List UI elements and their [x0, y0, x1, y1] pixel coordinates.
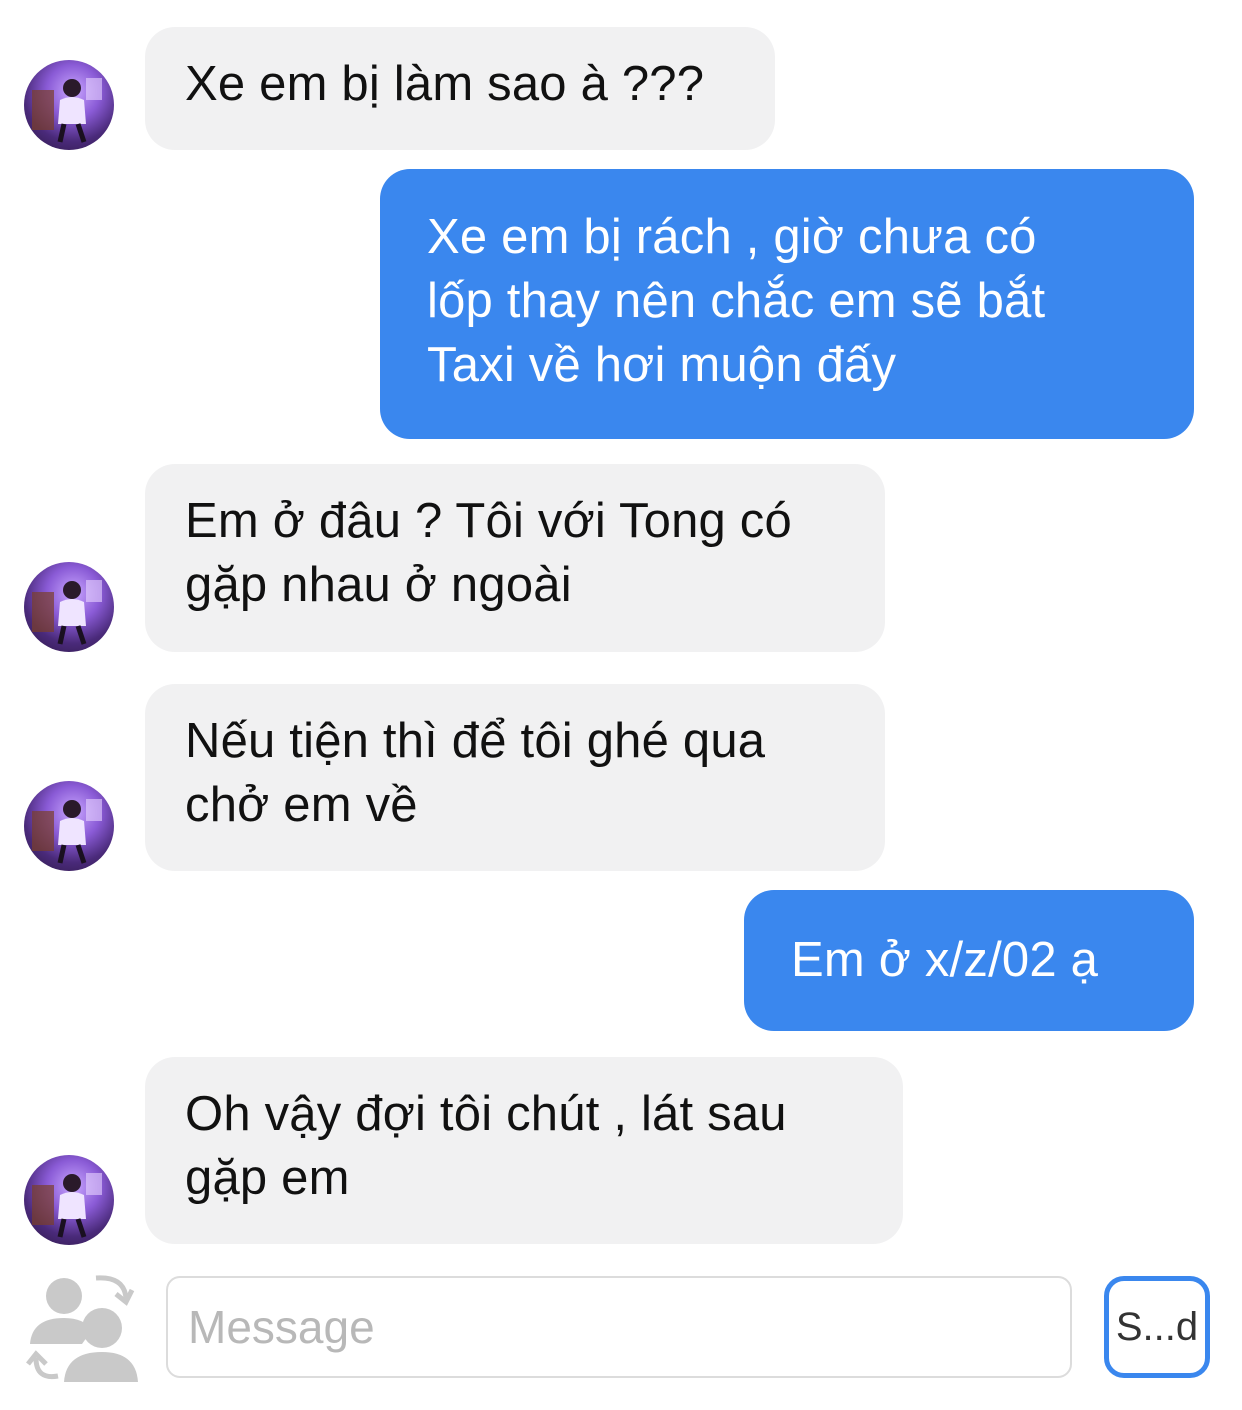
message-text-line: gặp em — [185, 1151, 350, 1205]
message-text-line: gặp nhau ở ngoài — [185, 558, 572, 612]
message-text-line: Nếu tiện thì để tôi ghé qua — [185, 714, 766, 768]
message-text-line: Em ở x/z/02 ạ — [791, 933, 1099, 987]
message-bubble-incoming[interactable]: Em ở đâu ? Tôi với Tong có gặp nhau ở ng… — [145, 464, 885, 652]
sender-avatar[interactable] — [24, 60, 114, 150]
sender-avatar[interactable] — [24, 1155, 114, 1245]
message-bubble-incoming[interactable]: Nếu tiện thì để tôi ghé qua chở em về — [145, 684, 885, 871]
message-text-line: Em ở đâu ? Tôi với Tong có — [185, 494, 792, 548]
message-text-line: lốp thay nên chắc em sẽ bắt — [427, 274, 1046, 328]
message-bubble-outgoing[interactable]: Em ở x/z/02 ạ — [744, 890, 1194, 1031]
message-bubble-outgoing[interactable]: Xe em bị rách , giờ chưa có lốp thay nên… — [380, 169, 1194, 439]
message-text-line: Xe em bị làm sao à ??? — [185, 57, 705, 111]
people-swap-icon[interactable] — [24, 1270, 142, 1388]
message-text-line: Oh vậy đợi tôi chút , lát sau — [185, 1087, 787, 1141]
message-text-line: Taxi về hơi muộn đấy — [427, 338, 897, 392]
message-text-line: chở em về — [185, 778, 418, 832]
avatar-photo-icon — [32, 78, 102, 143]
message-bubble-incoming[interactable]: Oh vậy đợi tôi chút , lát sau gặp em — [145, 1057, 903, 1244]
sender-avatar[interactable] — [24, 562, 114, 652]
avatar-photo-icon — [32, 799, 102, 864]
avatar-photo-icon — [32, 1173, 102, 1238]
message-text-line: Xe em bị rách , giờ chưa có — [427, 210, 1037, 264]
avatar-photo-icon — [32, 580, 102, 645]
message-input[interactable] — [166, 1276, 1072, 1378]
message-bubble-incoming[interactable]: Xe em bị làm sao à ??? — [145, 27, 775, 150]
send-button[interactable]: S...d — [1104, 1276, 1210, 1378]
sender-avatar[interactable] — [24, 781, 114, 871]
